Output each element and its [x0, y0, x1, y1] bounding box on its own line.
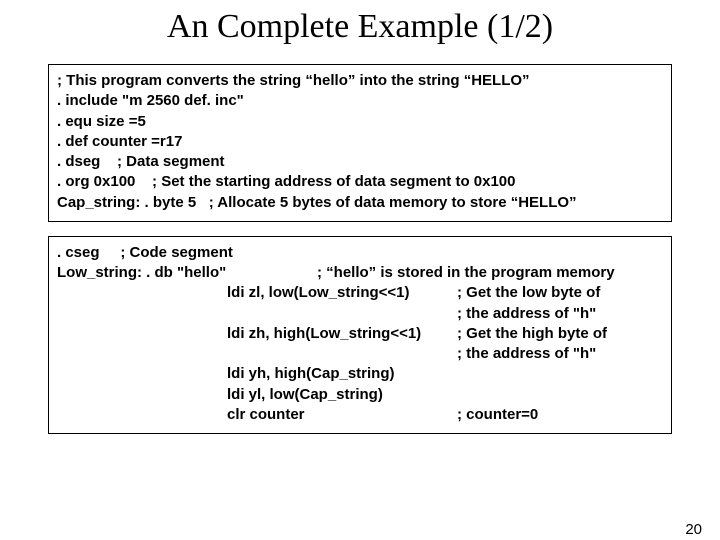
code-instr — [227, 344, 457, 364]
code-comment — [457, 364, 663, 384]
code-indent — [57, 324, 227, 344]
code-line: clr counter ; counter=0 — [57, 405, 663, 425]
code-line: Cap_string: . byte 5 ; Allocate 5 bytes … — [57, 193, 663, 213]
page-number: 20 — [685, 521, 702, 538]
code-line: ; the address of "h" — [57, 344, 663, 364]
code-line: . dseg ; Data segment — [57, 152, 663, 172]
code-comment: ; Get the low byte of — [457, 283, 663, 303]
code-instr: clr counter — [227, 405, 457, 425]
code-indent — [57, 405, 227, 425]
slide-title: An Complete Example (1/2) — [0, 8, 720, 46]
code-instr — [227, 304, 457, 324]
code-line: . equ size =5 — [57, 112, 663, 132]
code-line: . def counter =r17 — [57, 132, 663, 152]
code-line: ldi yh, high(Cap_string) — [57, 364, 663, 384]
code-indent — [57, 364, 227, 384]
code-comment: ; the address of "h" — [457, 304, 663, 324]
code-line: Low_string: . db "hello" ; “hello” is st… — [57, 263, 663, 283]
code-indent — [57, 344, 227, 364]
code-instr: ldi yl, low(Cap_string) — [227, 385, 457, 405]
code-line: . org 0x100 ; Set the starting address o… — [57, 172, 663, 192]
code-line: ldi zl, low(Low_string<<1) ; Get the low… — [57, 283, 663, 303]
code-line: ldi yl, low(Cap_string) — [57, 385, 663, 405]
code-comment: ; “hello” is stored in the program memor… — [317, 263, 615, 283]
code-line: ; the address of "h" — [57, 304, 663, 324]
code-instr: ldi zh, high(Low_string<<1) — [227, 324, 457, 344]
code-box-1: ; This program converts the string “hell… — [48, 64, 672, 222]
code-box-2: . cseg ; Code segment Low_string: . db "… — [48, 236, 672, 434]
code-comment — [457, 385, 663, 405]
code-indent — [57, 283, 227, 303]
code-comment: ; Get the high byte of — [457, 324, 663, 344]
slide: An Complete Example (1/2) ; This program… — [0, 8, 720, 540]
code-line: . include "m 2560 def. inc" — [57, 91, 663, 111]
code-indent — [57, 385, 227, 405]
code-line: . cseg ; Code segment — [57, 243, 663, 263]
code-instr: ldi zl, low(Low_string<<1) — [227, 283, 457, 303]
code-text: Low_string: . db "hello" — [57, 263, 317, 283]
code-comment: ; the address of "h" — [457, 344, 663, 364]
code-instr: ldi yh, high(Cap_string) — [227, 364, 457, 384]
code-comment: ; counter=0 — [457, 405, 663, 425]
code-line: ; This program converts the string “hell… — [57, 71, 663, 91]
code-line: ldi zh, high(Low_string<<1) ; Get the hi… — [57, 324, 663, 344]
code-indent — [57, 304, 227, 324]
